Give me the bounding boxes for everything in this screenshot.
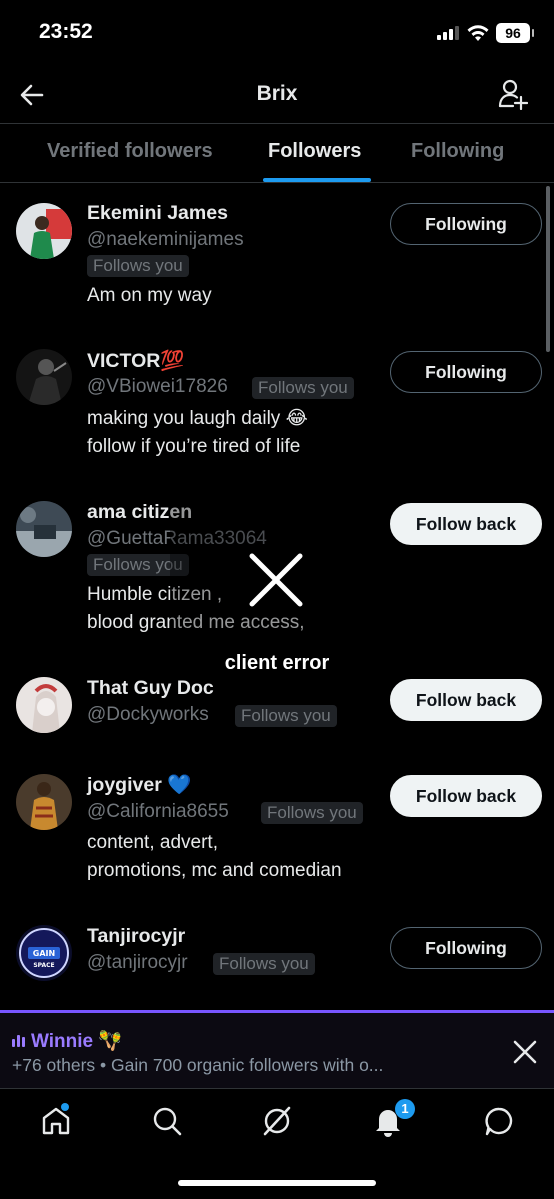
tab-verified-followers[interactable]: Verified followers xyxy=(47,140,213,163)
scrollbar[interactable] xyxy=(546,186,550,352)
audio-bars-icon xyxy=(12,1033,25,1047)
page-title: Brix xyxy=(256,82,298,105)
follows-you-badge: Follows you xyxy=(252,377,354,399)
avatar[interactable]: GAIN SPACE xyxy=(16,925,72,981)
follows-you-badge: Follows you xyxy=(261,802,363,824)
user-name: VICTOR💯 xyxy=(87,350,185,372)
user-handle: @naekeminijames xyxy=(87,229,244,250)
close-icon[interactable] xyxy=(512,1039,538,1065)
avatar[interactable] xyxy=(16,677,72,733)
live-space-bar[interactable]: Winnie 🪇 +76 others • Gain 700 organic f… xyxy=(0,1010,554,1088)
wifi-icon xyxy=(467,25,489,41)
user-bio: making you laugh daily 😂 xyxy=(87,408,308,429)
user-handle: @Dockyworks xyxy=(87,704,209,725)
user-handle: @California8655 xyxy=(87,801,229,822)
follows-you-badge: Follows you xyxy=(87,255,189,277)
follow-back-button[interactable]: Follow back xyxy=(390,503,542,545)
avatar[interactable] xyxy=(16,349,72,405)
user-bio: promotions, mc and comedian xyxy=(87,860,342,881)
space-host-line: Winnie 🪇 xyxy=(12,1029,122,1053)
status-bar: 23:52 96 xyxy=(0,0,554,66)
space-subtitle: +76 others • Gain 700 organic followers … xyxy=(12,1055,384,1075)
error-message: client error xyxy=(224,652,330,674)
error-x-icon xyxy=(249,553,303,607)
add-user-icon[interactable] xyxy=(498,78,528,110)
avatar[interactable] xyxy=(16,774,72,830)
active-tab-indicator xyxy=(263,178,371,182)
avatar[interactable] xyxy=(16,501,72,557)
home-unread-dot xyxy=(61,1103,69,1111)
user-bio: content, advert, xyxy=(87,832,218,853)
user-handle: @VBiowei17826 xyxy=(87,376,228,397)
user-name: That Guy Doc xyxy=(87,677,214,699)
following-button[interactable]: Following xyxy=(390,203,542,245)
status-time: 23:52 xyxy=(39,20,93,43)
user-name: Tanjirocyjr xyxy=(87,925,186,947)
following-button[interactable]: Following xyxy=(390,927,542,969)
cellular-signal-icon xyxy=(437,26,459,40)
user-bio: Am on my way xyxy=(87,285,212,306)
follow-back-button[interactable]: Follow back xyxy=(390,775,542,817)
tab-following[interactable]: Following xyxy=(411,140,504,163)
user-handle: @tanjirocyjr xyxy=(87,952,188,973)
space-host: Winnie 🪇 xyxy=(31,1031,123,1052)
home-indicator[interactable] xyxy=(178,1180,376,1186)
follow-back-button[interactable]: Follow back xyxy=(390,679,542,721)
follows-you-badge: Follows you xyxy=(213,953,315,975)
follows-you-badge: Follows you xyxy=(235,705,337,727)
user-bio: follow if you’re tired of life xyxy=(87,436,301,457)
top-app-bar: Brix xyxy=(0,66,554,124)
user-name: Ekemini James xyxy=(87,202,228,224)
following-button[interactable]: Following xyxy=(390,351,542,393)
svg-text:SPACE: SPACE xyxy=(33,962,54,969)
search-icon[interactable] xyxy=(151,1105,183,1137)
messages-icon[interactable] xyxy=(483,1105,515,1137)
tab-followers[interactable]: Followers xyxy=(268,140,361,163)
svg-text:GAIN: GAIN xyxy=(33,949,55,958)
avatar[interactable] xyxy=(16,203,72,259)
battery-icon: 96 xyxy=(496,23,534,43)
notification-count-badge: 1 xyxy=(395,1099,415,1119)
grok-icon[interactable] xyxy=(261,1105,293,1137)
user-name: joygiver 💙 xyxy=(87,774,192,796)
followers-tabs: Verified followers Followers Following xyxy=(0,124,554,183)
